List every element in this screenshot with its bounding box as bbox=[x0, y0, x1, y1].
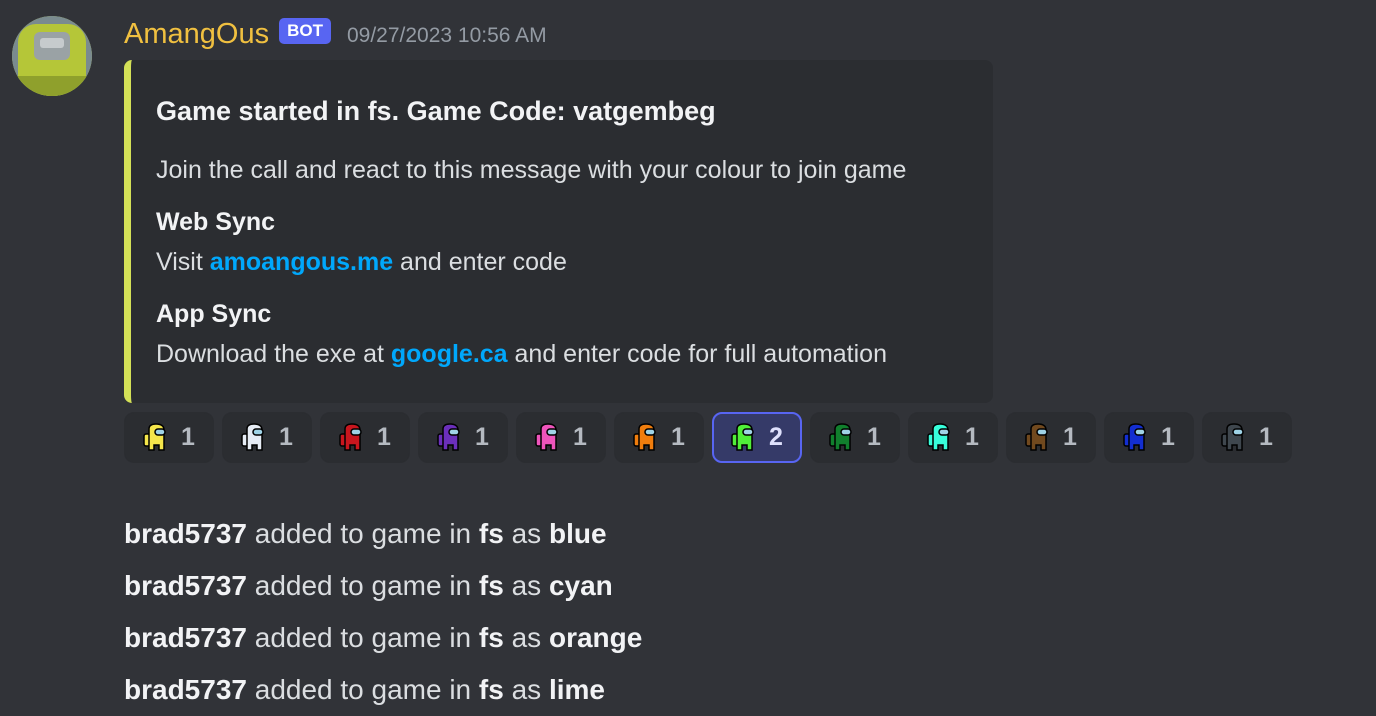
log-colour: blue bbox=[548, 518, 607, 549]
log-user[interactable]: brad5737 bbox=[124, 570, 247, 601]
field-value-app-sync: Download the exe at google.ca and enter … bbox=[156, 340, 887, 369]
reaction-button[interactable]: 1 bbox=[1104, 412, 1194, 463]
field-text: Visit bbox=[156, 248, 210, 276]
reaction-count: 1 bbox=[1063, 423, 1077, 451]
reaction-count: 1 bbox=[671, 423, 685, 451]
log-user[interactable]: brad5737 bbox=[124, 674, 247, 705]
log-user[interactable]: brad5737 bbox=[124, 518, 247, 549]
black-crewmate-icon bbox=[1221, 422, 1245, 453]
log-colour: lime bbox=[548, 674, 605, 705]
reaction-count: 1 bbox=[573, 423, 587, 451]
log-user[interactable]: brad5737 bbox=[124, 622, 247, 653]
green-crewmate-icon bbox=[829, 422, 853, 453]
reaction-button[interactable]: 1 bbox=[614, 412, 704, 463]
log-line: brad5737 added to game in fs as cyan bbox=[124, 568, 613, 604]
reaction-count: 1 bbox=[965, 423, 979, 451]
field-text: and enter code bbox=[393, 248, 567, 276]
pink-crewmate-icon bbox=[535, 422, 559, 453]
reaction-count: 1 bbox=[475, 423, 489, 451]
author-username[interactable]: AmangOus bbox=[124, 18, 269, 51]
app-sync-link[interactable]: google.ca bbox=[391, 340, 508, 368]
field-name-app-sync: App Sync bbox=[156, 300, 272, 328]
reaction-button[interactable]: 2 bbox=[712, 412, 802, 463]
reaction-button[interactable]: 1 bbox=[418, 412, 508, 463]
reaction-count: 1 bbox=[1161, 423, 1175, 451]
reaction-button[interactable]: 1 bbox=[810, 412, 900, 463]
log-line: brad5737 added to game in fs as lime bbox=[124, 672, 605, 708]
yellow-crewmate-icon bbox=[143, 422, 167, 453]
log-room: fs bbox=[478, 622, 504, 653]
message-timestamp[interactable]: 09/27/2023 10:56 AM bbox=[347, 24, 547, 48]
reaction-button[interactable]: 1 bbox=[516, 412, 606, 463]
log-colour: orange bbox=[548, 622, 643, 653]
log-text: as bbox=[503, 622, 549, 653]
log-line: brad5737 added to game in fs as blue bbox=[124, 516, 607, 552]
field-name-web-sync: Web Sync bbox=[156, 208, 276, 236]
purple-crewmate-icon bbox=[437, 422, 461, 453]
embed-title: Game started in fs. Game Code: vatgembeg bbox=[156, 96, 716, 126]
bot-badge: BOT bbox=[279, 18, 331, 44]
log-colour: cyan bbox=[548, 570, 613, 601]
reaction-count: 1 bbox=[377, 423, 391, 451]
reaction-button[interactable]: 1 bbox=[124, 412, 214, 463]
embed: Game started in fs. Game Code: vatgembeg… bbox=[124, 60, 993, 403]
reaction-bar: 1 1 1 1 1 1 2 1 1 1 1 1 bbox=[124, 412, 1292, 463]
log-room: fs bbox=[478, 570, 504, 601]
reaction-count: 1 bbox=[181, 423, 195, 451]
log-room: fs bbox=[478, 518, 504, 549]
field-text: Download the exe at bbox=[156, 340, 391, 368]
reaction-count: 2 bbox=[769, 423, 783, 451]
blue-crewmate-icon bbox=[1123, 422, 1147, 453]
orange-crewmate-icon bbox=[633, 422, 657, 453]
log-room: fs bbox=[478, 674, 504, 705]
cyan-crewmate-icon bbox=[927, 422, 951, 453]
lime-crewmate-icon bbox=[731, 422, 755, 453]
reaction-button[interactable]: 1 bbox=[1202, 412, 1292, 463]
log-text: added to game in bbox=[246, 518, 479, 549]
field-text: and enter code for full automation bbox=[507, 340, 887, 368]
brown-crewmate-icon bbox=[1025, 422, 1049, 453]
reaction-count: 1 bbox=[1259, 423, 1273, 451]
log-text: added to game in bbox=[246, 570, 479, 601]
message-header: AmangOus BOT 09/27/2023 10:56 AM bbox=[124, 14, 547, 54]
white-crewmate-icon bbox=[241, 422, 265, 453]
log-text: as bbox=[503, 518, 549, 549]
field-value-web-sync: Visit amoangous.me and enter code bbox=[156, 248, 567, 277]
log-text: added to game in bbox=[246, 674, 479, 705]
log-text: as bbox=[503, 570, 549, 601]
reaction-button[interactable]: 1 bbox=[1006, 412, 1096, 463]
log-text: as bbox=[503, 674, 549, 705]
web-sync-link[interactable]: amoangous.me bbox=[210, 248, 393, 276]
avatar[interactable] bbox=[12, 16, 92, 96]
reaction-button[interactable]: 1 bbox=[222, 412, 312, 463]
reaction-button[interactable]: 1 bbox=[320, 412, 410, 463]
reaction-count: 1 bbox=[279, 423, 293, 451]
reaction-button[interactable]: 1 bbox=[908, 412, 998, 463]
log-text: added to game in bbox=[246, 622, 479, 653]
crewmate-avatar-icon bbox=[12, 16, 92, 96]
log-line: brad5737 added to game in fs as orange bbox=[124, 620, 642, 656]
red-crewmate-icon bbox=[339, 422, 363, 453]
embed-description: Join the call and react to this message … bbox=[156, 156, 907, 184]
reaction-count: 1 bbox=[867, 423, 881, 451]
